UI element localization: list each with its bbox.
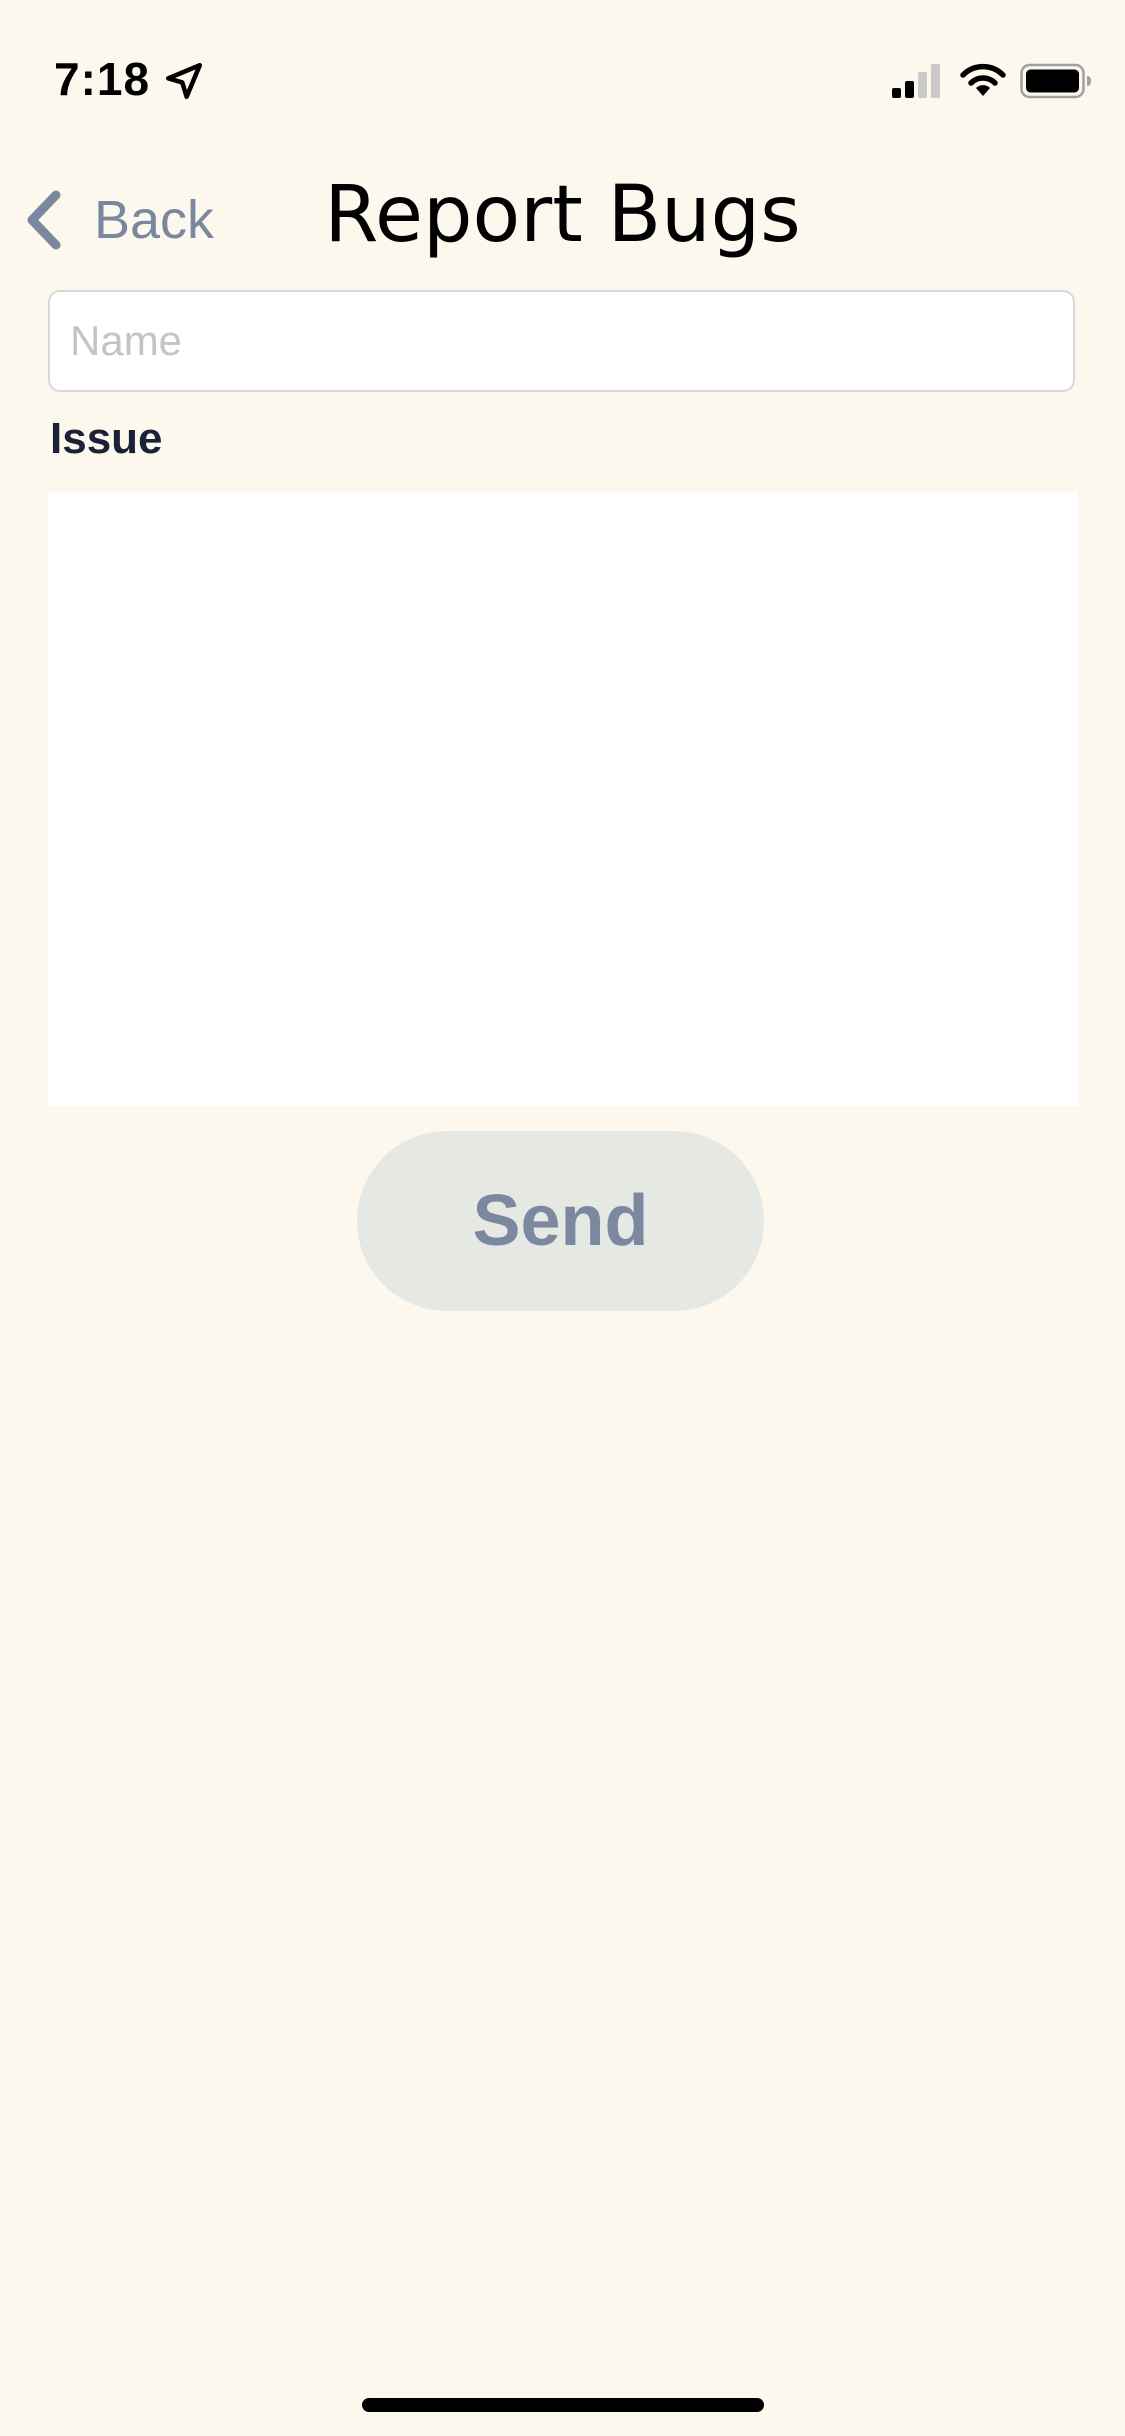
status-time: 7:18 xyxy=(54,53,151,105)
cellular-signal-icon xyxy=(892,64,940,98)
battery-icon xyxy=(1020,63,1091,99)
wifi-icon xyxy=(960,63,1006,96)
issue-textarea[interactable] xyxy=(48,492,1078,1106)
back-button-label: Back xyxy=(94,190,215,250)
chevron-left-icon xyxy=(27,190,61,250)
home-indicator xyxy=(362,2398,764,2412)
location-arrow-icon xyxy=(165,62,203,100)
send-button[interactable]: Send xyxy=(357,1131,764,1311)
issue-label: Issue xyxy=(50,414,163,463)
back-button[interactable]: Back xyxy=(22,180,214,260)
status-bar: 7:18 xyxy=(0,0,1125,140)
navigation-bar: Report Bugs Back xyxy=(0,150,1125,280)
name-input[interactable] xyxy=(48,290,1075,392)
